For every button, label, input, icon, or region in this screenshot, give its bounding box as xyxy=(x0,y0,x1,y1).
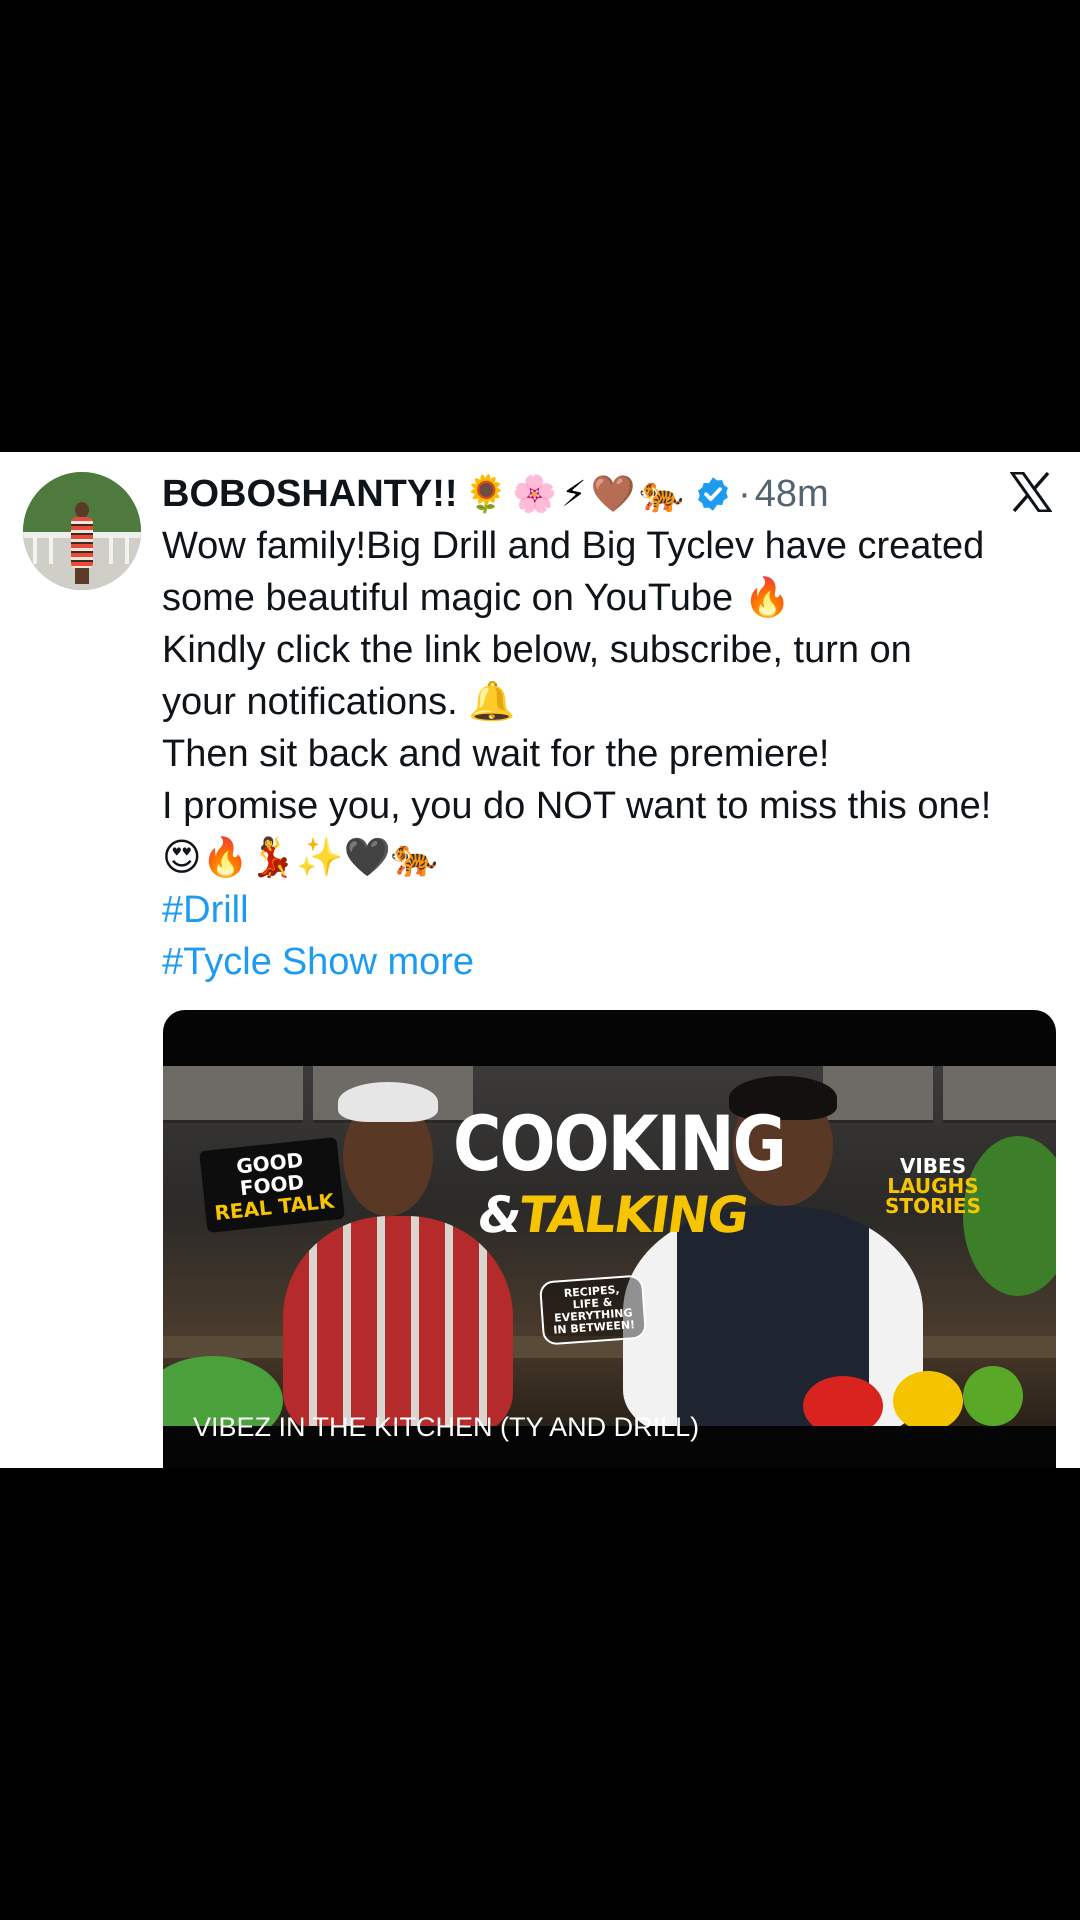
thumbnail-sticker-center: RECIPES, LIFE & EVERYTHING IN BETWEEN! xyxy=(538,1274,648,1346)
timestamp[interactable]: 48m xyxy=(755,473,829,516)
show-more-link[interactable]: Show more xyxy=(282,941,474,983)
tweet-header: BOBOSHANTY!! 🌻🌸⚡🤎🐅 · 48m xyxy=(162,466,829,522)
person-left xyxy=(283,1216,513,1426)
tweet-emoji-line: 😍🔥💃✨🖤🐅 xyxy=(162,837,439,879)
tweet-card[interactable]: BOBOSHANTY!! 🌻🌸⚡🤎🐅 · 48m Wow family!Big … xyxy=(0,452,1080,1468)
card-title[interactable]: VIBEZ IN THE KITCHEN (TY AND DRILL) xyxy=(193,1412,699,1443)
name-emojis: 🌻🌸⚡🤎🐅 xyxy=(463,473,689,514)
thumbnail-subheadline: &TALKING xyxy=(473,1186,751,1244)
tweet-line: Kindly click the link below, subscribe, … xyxy=(162,629,912,671)
verified-badge-icon xyxy=(694,475,732,513)
tweet-text: Wow family!Big Drill and Big Tyclev have… xyxy=(162,520,1062,988)
tweet-line: some beautiful magic on YouTube 🔥 xyxy=(162,577,791,619)
tweet-line: your notifications. 🔔 xyxy=(162,681,516,723)
separator-dot: · xyxy=(738,472,751,515)
thumbnail-sticker-right: VIBES LAUGHS STORIES xyxy=(885,1154,981,1218)
tweet-line: Then sit back and wait for the premiere! xyxy=(162,733,830,775)
avatar[interactable] xyxy=(23,472,141,590)
video-thumbnail[interactable]: COOKING &TALKING GOOD FOOD REAL TALK VIB… xyxy=(163,1066,1056,1426)
thumbnail-sticker-left: GOOD FOOD REAL TALK xyxy=(199,1137,345,1233)
x-logo-icon xyxy=(1009,471,1053,513)
hashtag-tycle[interactable]: #Tycle xyxy=(162,941,272,983)
link-preview-card[interactable]: COOKING &TALKING GOOD FOOD REAL TALK VIB… xyxy=(163,1010,1056,1468)
tweet-line: I promise you, you do NOT want to miss t… xyxy=(162,785,992,827)
thumbnail-headline: COOKING xyxy=(453,1100,787,1189)
tweet-line: Wow family!Big Drill and Big Tyclev have… xyxy=(162,525,985,567)
display-name[interactable]: BOBOSHANTY!! xyxy=(162,473,458,516)
hashtag-drill[interactable]: #Drill xyxy=(162,889,249,931)
